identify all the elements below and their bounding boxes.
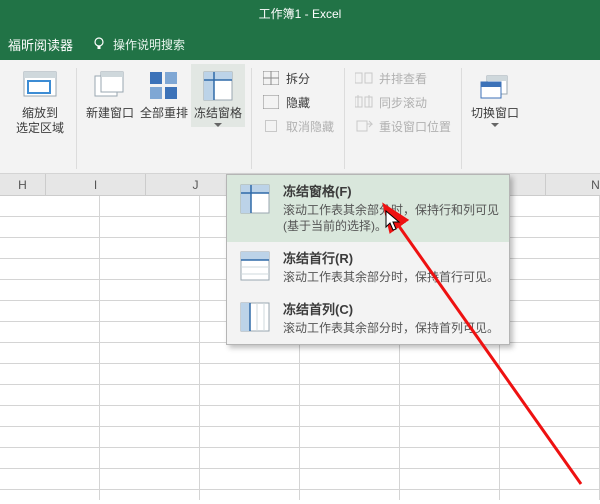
sync-scroll-label: 同步滚动 xyxy=(379,94,427,111)
new-window-icon xyxy=(92,68,128,104)
reset-position-icon xyxy=(355,118,373,134)
split-label: 拆分 xyxy=(286,70,310,87)
menu-item-desc: 滚动工作表其余部分时，保持首行可见。 xyxy=(283,269,499,285)
dropdown-arrow-icon xyxy=(491,123,499,127)
workbook-title: 工作簿1 - Excel xyxy=(259,7,342,21)
menu-item-desc: 滚动工作表其余部分时，保持首列可见。 xyxy=(283,320,499,336)
menu-item-freeze-top-row[interactable]: 冻结首行(R) 滚动工作表其余部分时，保持首行可见。 xyxy=(227,242,509,293)
zoom-to-selection-icon xyxy=(22,68,58,104)
ribbon: 缩放到 选定区域 新建窗口 全 xyxy=(0,60,600,174)
zoom-to-selection-button[interactable]: 缩放到 选定区域 xyxy=(10,64,70,136)
new-window-label: 新建窗口 xyxy=(85,106,135,121)
freeze-panes-menu: 冻结窗格(F) 滚动工作表其余部分时，保持行和列可见(基于当前的选择)。 冻结首… xyxy=(226,174,510,345)
sync-scroll-button: 同步滚动 xyxy=(355,90,451,114)
view-side-by-side-button: 并排查看 xyxy=(355,66,451,90)
reset-window-position-button: 重设窗口位置 xyxy=(355,114,451,138)
col-header[interactable]: I xyxy=(46,174,146,195)
side-by-side-icon xyxy=(355,70,373,86)
unhide-label: 取消隐藏 xyxy=(286,118,334,135)
ribbon-tab-strip: 福昕阅读器 操作说明搜索 xyxy=(0,28,600,60)
menu-item-freeze-panes[interactable]: 冻结窗格(F) 滚动工作表其余部分时，保持行和列可见(基于当前的选择)。 xyxy=(227,175,509,242)
col-header[interactable]: H xyxy=(0,174,46,195)
menu-item-desc: 滚动工作表其余部分时，保持行和列可见(基于当前的选择)。 xyxy=(283,202,499,234)
reset-window-position-label: 重设窗口位置 xyxy=(379,118,451,135)
unhide-button: 取消隐藏 xyxy=(262,114,334,138)
col-header[interactable]: N xyxy=(546,174,600,195)
tell-me-search[interactable]: 操作说明搜索 xyxy=(91,36,185,53)
freeze-panes-button[interactable]: 冻结窗格 xyxy=(191,64,245,127)
freeze-panes-label: 冻结窗格 xyxy=(193,106,243,121)
hide-icon xyxy=(262,94,280,110)
unhide-icon xyxy=(262,118,280,134)
zoom-to-selection-label: 缩放到 选定区域 xyxy=(12,106,68,136)
menu-item-freeze-first-column[interactable]: 冻结首列(C) 滚动工作表其余部分时，保持首列可见。 xyxy=(227,293,509,344)
title-bar: 工作簿1 - Excel xyxy=(0,0,600,28)
menu-item-title: 冻结窗格(F) xyxy=(283,181,499,200)
dropdown-arrow-icon xyxy=(214,123,222,127)
split-icon xyxy=(262,70,280,86)
split-button[interactable]: 拆分 xyxy=(262,66,334,90)
tab-foxit-reader[interactable]: 福昕阅读器 xyxy=(8,35,73,54)
switch-windows-button[interactable]: 切换窗口 xyxy=(468,64,522,127)
arrange-all-button[interactable]: 全部重排 xyxy=(137,64,191,121)
freeze-top-row-icon xyxy=(237,248,273,284)
switch-windows-icon xyxy=(477,68,513,104)
menu-item-title: 冻结首行(R) xyxy=(283,248,499,267)
sync-scroll-icon xyxy=(355,94,373,110)
hide-button[interactable]: 隐藏 xyxy=(262,90,334,114)
tell-me-label: 操作说明搜索 xyxy=(113,36,185,53)
switch-windows-label: 切换窗口 xyxy=(470,106,520,121)
hide-label: 隐藏 xyxy=(286,94,310,111)
menu-item-title: 冻结首列(C) xyxy=(283,299,499,318)
lightbulb-icon xyxy=(91,36,107,52)
freeze-panes-option-icon xyxy=(237,181,273,217)
arrange-all-label: 全部重排 xyxy=(139,106,189,121)
arrange-all-icon xyxy=(146,68,182,104)
view-side-by-side-label: 并排查看 xyxy=(379,70,427,87)
freeze-panes-icon xyxy=(200,68,236,104)
new-window-button[interactable]: 新建窗口 xyxy=(83,64,137,121)
freeze-first-column-icon xyxy=(237,299,273,335)
